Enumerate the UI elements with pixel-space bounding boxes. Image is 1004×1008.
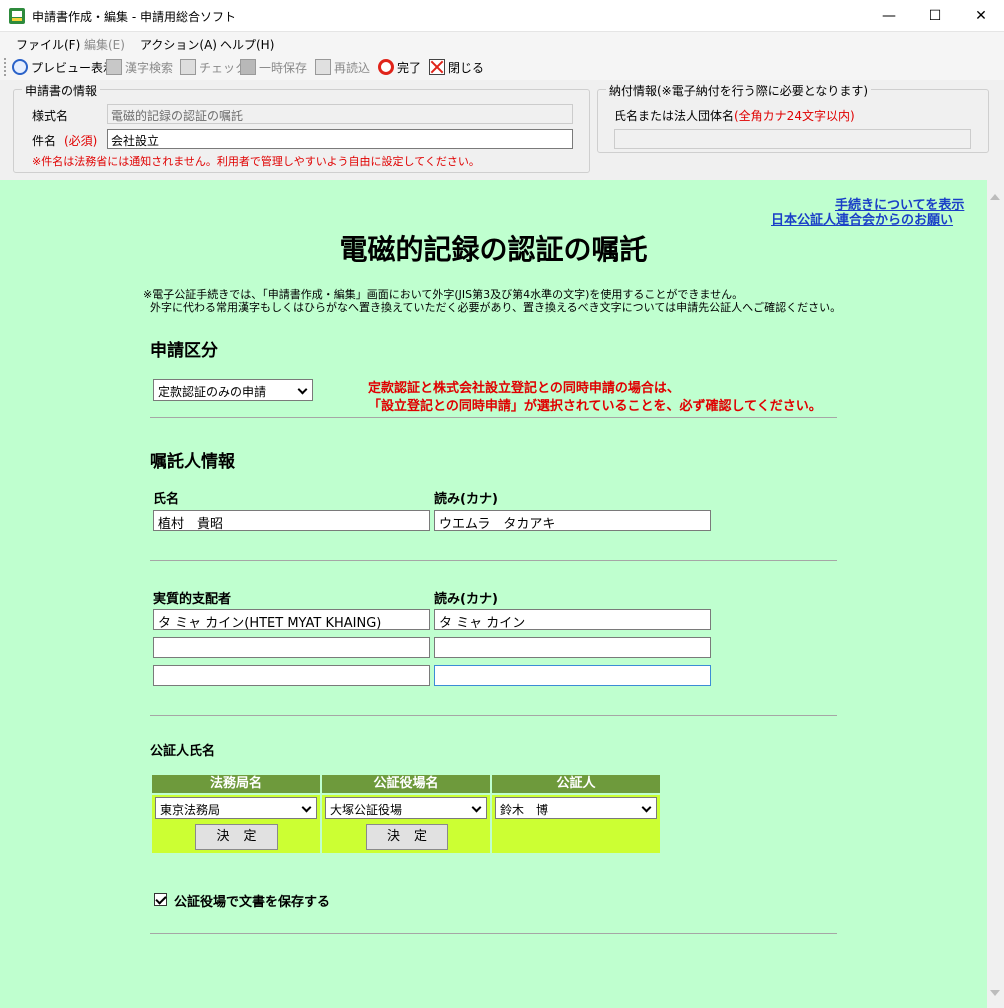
beneficial-owner-label: 実質的支配者 — [153, 592, 232, 607]
divider — [150, 715, 837, 716]
office-select[interactable]: 大塚公証役場 — [325, 797, 487, 819]
notary-select[interactable]: 鈴木 博 — [495, 797, 657, 819]
menu-help[interactable]: ヘルプ(H) — [220, 36, 274, 53]
kanji-search-button[interactable]: 漢字検索 — [106, 58, 173, 76]
app-info-legend: 申請書の情報 — [22, 82, 101, 99]
save-icon — [240, 59, 256, 75]
gaiji-note-2: 外字に代わる常用漢字もしくはひらがなへ置き換えていただく必要があり、置き換えるべ… — [150, 301, 842, 314]
application-type-select[interactable]: 定款認証のみの申請 — [153, 379, 313, 401]
preview-button[interactable]: プレビュー表示 — [12, 58, 115, 76]
subject-input[interactable]: 会社設立 — [107, 129, 573, 149]
done-icon — [378, 59, 394, 75]
menu-bar: ファイル(F) 編集(E) アクション(A) ヘルプ(H) — [0, 32, 1004, 54]
app-icon — [9, 8, 25, 24]
notary-col-office: 公証役場名 — [322, 775, 490, 793]
owner-reading-input-2[interactable] — [434, 637, 711, 658]
minimize-button[interactable]: — — [866, 0, 912, 32]
page-title: 電磁的記録の認証の嘱託 — [339, 233, 648, 266]
payer-name-field[interactable] — [614, 129, 971, 149]
notary-col-bureau: 法務局名 — [152, 775, 320, 793]
title-bar: 申請書作成・編集 - 申請用総合ソフト — ☐ ✕ — [0, 0, 1004, 32]
notice-link[interactable]: 日本公証人連合会からのお願い — [771, 209, 953, 228]
payer-name-hint: (全角カナ24文字以内) — [734, 109, 855, 123]
client-name-label: 氏名 — [153, 492, 180, 507]
application-warning-2: 「設立登記との同時申請」が選択されていることを、必ず確認してください。 — [368, 399, 822, 414]
owner-name-input-2[interactable] — [153, 637, 430, 658]
toolbar-grip — [4, 58, 7, 76]
client-info-heading: 嘱託人情報 — [150, 452, 235, 472]
kanji-icon — [106, 59, 122, 75]
window-title: 申請書作成・編集 - 申請用総合ソフト — [32, 10, 236, 24]
divider — [150, 417, 837, 418]
preview-icon — [12, 59, 28, 75]
chevron-down-icon — [301, 802, 312, 813]
application-type-heading: 申請区分 — [150, 341, 218, 361]
check-icon — [180, 59, 196, 75]
owner-reading-input-1[interactable]: タ ミャ カイン — [434, 609, 711, 631]
client-reading-input[interactable]: ウエムラ タカアキ — [434, 510, 711, 532]
beneficial-owner-reading-label: 読み(カナ) — [434, 592, 498, 607]
close-icon — [429, 59, 445, 75]
payer-name-label: 氏名または法人団体名 — [614, 109, 735, 123]
toolbar: プレビュー表示 漢字検索 チェック 一時保存 再読込 完了 閉じる — [0, 54, 1004, 80]
notary-col-notary: 公証人 — [492, 775, 660, 793]
check-button[interactable]: チェック — [180, 58, 247, 76]
maximize-button[interactable]: ☐ — [912, 0, 958, 32]
reload-button[interactable]: 再読込 — [315, 58, 370, 76]
scroll-down-icon[interactable] — [990, 990, 1000, 996]
owner-name-input-1[interactable]: タ ミャ カイン(HTET MYAT KHAING) — [153, 609, 430, 631]
menu-edit[interactable]: 編集(E) — [84, 36, 125, 53]
owner-reading-input-3[interactable] — [434, 665, 711, 686]
vertical-scrollbar[interactable] — [987, 180, 1004, 1008]
bureau-decide-button[interactable]: 決定 — [195, 824, 278, 850]
save-at-notary-checkbox[interactable] — [154, 893, 167, 906]
scroll-up-icon[interactable] — [990, 194, 1000, 200]
chevron-down-icon — [641, 802, 652, 813]
chevron-down-icon — [471, 802, 482, 813]
done-button[interactable]: 完了 — [378, 58, 421, 76]
reload-icon — [315, 59, 331, 75]
menu-action[interactable]: アクション(A) — [140, 36, 217, 53]
save-at-notary-label: 公証役場で文書を保存する — [174, 895, 331, 910]
divider — [150, 933, 837, 934]
chevron-down-icon — [297, 384, 308, 395]
subject-note: ※件名は法務省には通知されません。利用者で管理しやすいよう自由に設定してください… — [32, 155, 480, 168]
client-reading-label: 読み(カナ) — [434, 492, 498, 507]
divider — [150, 560, 837, 561]
close-window-button[interactable]: ✕ — [958, 0, 1004, 32]
subject-required-label: (必須) — [64, 134, 98, 148]
application-warning-1: 定款認証と株式会社設立登記との同時申請の場合は、 — [368, 381, 680, 396]
notary-heading: 公証人氏名 — [150, 744, 216, 759]
bureau-select[interactable]: 東京法務局 — [155, 797, 317, 819]
form-name-field: 電磁的記録の認証の嘱託 — [107, 104, 573, 124]
office-decide-button[interactable]: 決定 — [366, 824, 448, 850]
owner-name-input-3[interactable] — [153, 665, 430, 686]
menu-file[interactable]: ファイル(F) — [16, 36, 80, 53]
form-name-label: 様式名 — [32, 109, 69, 123]
close-button[interactable]: 閉じる — [429, 58, 484, 76]
payment-info-legend: 納付情報(※電子納付を行う際に必要となります) — [606, 82, 872, 99]
subject-label: 件名 — [32, 134, 57, 148]
temp-save-button[interactable]: 一時保存 — [240, 58, 307, 76]
client-name-input[interactable]: 植村 貴昭 — [153, 510, 430, 532]
